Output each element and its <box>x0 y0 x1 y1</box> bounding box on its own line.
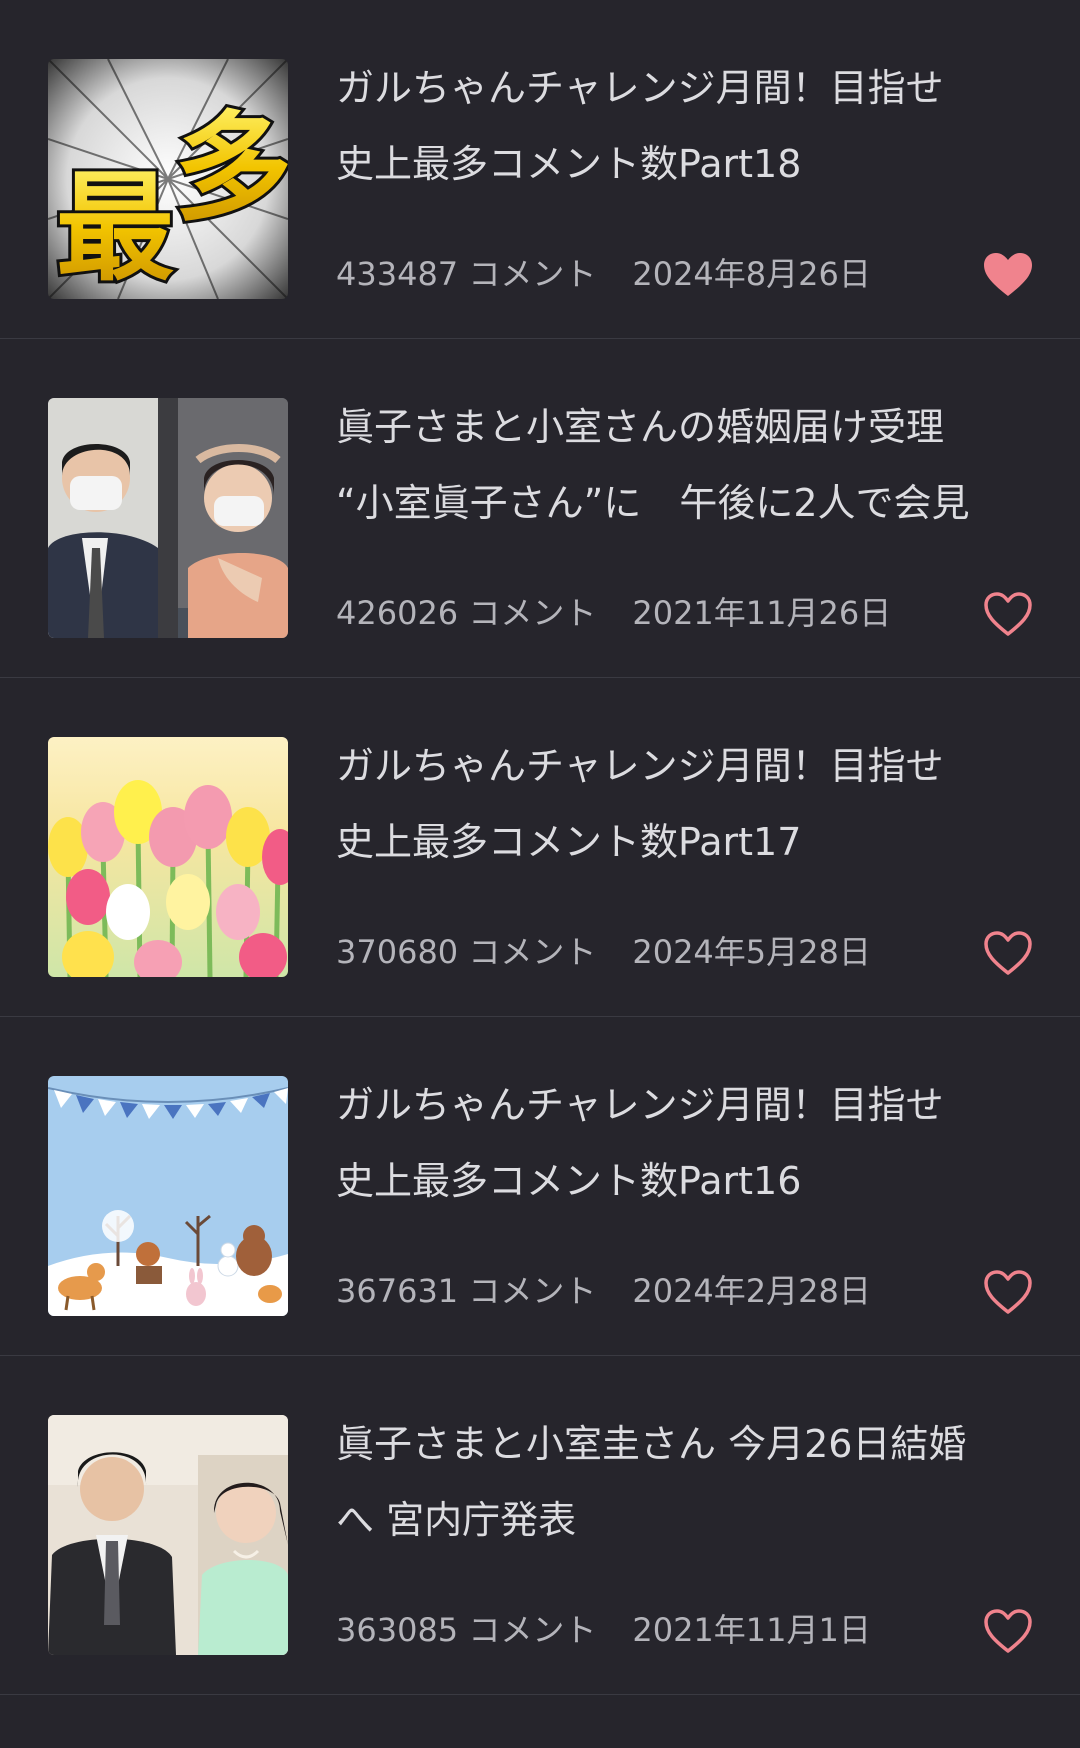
comment-count: 363085 コメント <box>336 1611 597 1649</box>
topic-date: 2024年2月28日 <box>632 1272 871 1310</box>
saita-thumbnail-char-1: 最 <box>56 159 174 297</box>
comment-count: 367631 コメント <box>336 1272 597 1310</box>
favorite-heart-outline-icon[interactable] <box>982 1268 1034 1316</box>
topic-title[interactable]: 眞子さまと小室圭さん 今月26日結婚 へ 宮内庁発表 <box>336 1406 1036 1558</box>
topic-meta: 363085 コメント 2021年11月1日 <box>336 1608 871 1652</box>
news-photo-thumbnail-image-2 <box>48 1415 288 1655</box>
topic-item[interactable]: 眞子さまと小室さんの婚姻届け受理 “小室眞子さん”に 午後に2人で会見 4260… <box>0 339 1080 678</box>
topic-meta: 370680 コメント 2024年5月28日 <box>336 930 871 974</box>
topic-title[interactable]: ガルちゃんチャレンジ月間！目指せ 史上最多コメント数Part17 <box>336 728 1036 880</box>
topic-date: 2024年8月26日 <box>632 255 871 293</box>
saita-thumbnail-char-2: 多 <box>174 99 288 237</box>
topic-item[interactable]: ガルちゃんチャレンジ月間！目指せ 史上最多コメント数Part17 370680 … <box>0 678 1080 1017</box>
favorite-heart-outline-icon[interactable] <box>982 929 1034 977</box>
comment-count: 426026 コメント <box>336 594 597 632</box>
favorite-heart-filled-icon[interactable] <box>982 251 1034 299</box>
thumbnail-news-photo[interactable] <box>48 398 288 638</box>
thumbnail-winter-animals[interactable] <box>48 1076 288 1316</box>
topic-list: 最 多 ガルちゃんチャレンジ月間！目指せ 史上最多コメント数Part18 433… <box>0 0 1080 1695</box>
topic-item[interactable]: ガルちゃんチャレンジ月間！目指せ 史上最多コメント数Part16 367631 … <box>0 1017 1080 1356</box>
topic-date: 2021年11月26日 <box>632 594 892 632</box>
saita-text-thumbnail-image: 最 多 <box>48 59 288 299</box>
news-photo-thumbnail-image <box>48 398 288 638</box>
topic-item[interactable]: 最 多 ガルちゃんチャレンジ月間！目指せ 史上最多コメント数Part18 433… <box>0 0 1080 339</box>
topic-title[interactable]: 眞子さまと小室さんの婚姻届け受理 “小室眞子さん”に 午後に2人で会見 <box>336 389 1036 541</box>
comment-count: 370680 コメント <box>336 933 597 971</box>
winter-animals-thumbnail-image <box>48 1076 288 1316</box>
topic-date: 2021年11月1日 <box>632 1611 871 1649</box>
topic-title[interactable]: ガルちゃんチャレンジ月間！目指せ 史上最多コメント数Part16 <box>336 1067 1036 1219</box>
topic-meta: 433487 コメント 2024年8月26日 <box>336 252 871 296</box>
topic-meta: 367631 コメント 2024年2月28日 <box>336 1269 871 1313</box>
thumbnail-news-photo[interactable] <box>48 1415 288 1655</box>
thumbnail-tulip-field[interactable] <box>48 737 288 977</box>
favorite-heart-outline-icon[interactable] <box>982 1607 1034 1655</box>
comment-count: 433487 コメント <box>336 255 597 293</box>
topic-date: 2024年5月28日 <box>632 933 871 971</box>
tulip-field-thumbnail-image <box>48 737 288 977</box>
favorite-heart-outline-icon[interactable] <box>982 590 1034 638</box>
topic-item[interactable]: 眞子さまと小室圭さん 今月26日結婚 へ 宮内庁発表 363085 コメント 20… <box>0 1356 1080 1695</box>
topic-meta: 426026 コメント 2021年11月26日 <box>336 591 891 635</box>
thumbnail-saita-image[interactable]: 最 多 <box>48 59 288 299</box>
topic-title[interactable]: ガルちゃんチャレンジ月間！目指せ 史上最多コメント数Part18 <box>336 50 1036 202</box>
